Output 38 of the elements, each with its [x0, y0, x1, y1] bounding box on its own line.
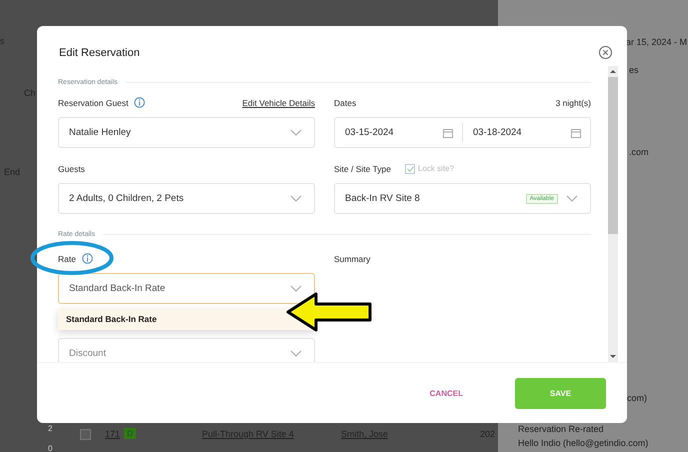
select-field[interactable]: 2 Adults, 0 Children, 2 Pets: [58, 183, 315, 214]
row-checkbox[interactable]: [80, 429, 91, 440]
field-label: Dates: [334, 98, 356, 108]
chevron-down-icon: [566, 195, 578, 202]
background-text: Reservation Re-rated: [518, 424, 604, 434]
calendar-icon: [571, 128, 581, 138]
nights-count: 3 night(s): [556, 98, 591, 108]
scrollbar-thumb[interactable]: [608, 77, 618, 234]
background-text: .com: [629, 147, 649, 157]
calendar-icon: [443, 128, 453, 138]
info-icon: [134, 97, 146, 108]
edit-vehicle-link[interactable]: Edit Vehicle Details: [242, 98, 315, 108]
field-label: Site / Site Type: [334, 164, 392, 174]
cancel-button[interactable]: CANCEL: [426, 384, 467, 402]
field-label: Guests: [58, 164, 85, 174]
info-icon: [82, 253, 93, 264]
checkbox[interactable]: [405, 164, 416, 174]
row-count: 2: [48, 424, 52, 433]
background-text: com): [627, 393, 647, 403]
background-text: es: [629, 65, 639, 75]
chevron-down-icon: [290, 129, 302, 136]
summary-label: Summary: [334, 254, 370, 264]
field-label: Reservation Guest: [58, 98, 128, 108]
dialog-title: Edit Reservation: [59, 46, 140, 58]
close-button[interactable]: [599, 46, 612, 59]
select-field[interactable]: Discount: [58, 338, 315, 362]
date-input[interactable]: 03-18-2024: [462, 123, 590, 142]
select-field[interactable]: Natalie Henley: [58, 117, 315, 148]
checkmark-icon: [406, 166, 414, 172]
chevron-down-icon: [290, 285, 302, 292]
chevron-down-icon: [290, 350, 302, 357]
background-text: Hello Indio (hello@getindio.com): [518, 438, 648, 448]
date-input[interactable]: 03-15-2024: [335, 123, 462, 142]
field-label: Rate: [58, 254, 76, 264]
chevron-down-icon: [290, 195, 302, 202]
scrollbar[interactable]: [608, 66, 618, 362]
row-count: 0: [48, 444, 52, 452]
close-icon: [599, 46, 612, 59]
